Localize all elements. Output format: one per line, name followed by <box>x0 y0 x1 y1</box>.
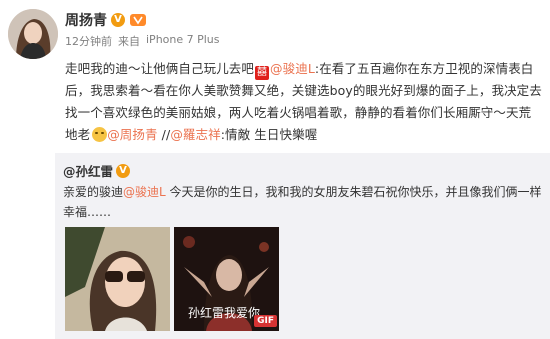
post-time[interactable]: 12分钟前 <box>65 33 112 49</box>
separator: // <box>157 127 171 142</box>
source-prefix: 来自 <box>118 35 140 48</box>
verified-icon: V <box>111 13 125 27</box>
double-happiness-icon: 囍 <box>255 66 270 80</box>
post-text-part1: 走吧我的迪～让他俩自己玩儿去吧 <box>65 61 255 76</box>
verified-icon: V <box>116 163 131 178</box>
mention-link[interactable]: @骏迪L <box>270 61 315 76</box>
repost-card: @孙红雷 V 亲爱的骏迪@骏迪L 今天是你的生日，我和我的女朋友朱碧石祝你快乐，… <box>55 153 550 339</box>
repost-text-prefix: 亲爱的骏迪 <box>63 185 124 199</box>
vip-level-icon <box>130 14 146 26</box>
photo-thumbnail[interactable] <box>65 227 170 331</box>
gif-caption: 孙红雷我爱你 <box>188 306 261 320</box>
gif-thumbnail[interactable]: 孙红雷我爱你 GIF <box>174 227 279 331</box>
post-text-part3: :情敵 生日快樂喔 <box>220 127 318 142</box>
mention-link[interactable]: @羅志祥 <box>170 127 220 142</box>
user-avatar[interactable] <box>8 9 58 59</box>
post-text: 走吧我的迪～让他俩自己玩儿去吧囍 @骏迪L:在看了五百遍你在东方卫视的深情表白后，… <box>65 58 543 146</box>
mention-link[interactable]: @周扬青 <box>107 127 157 142</box>
user-name-row: 周扬青 V <box>65 10 147 30</box>
post-meta: 12分钟前 来自 iPhone 7 Plus <box>65 33 220 49</box>
repost-author[interactable]: @孙红雷 <box>63 161 113 180</box>
user-name[interactable]: 周扬青 <box>65 10 107 30</box>
smile-emoji-icon <box>92 127 108 142</box>
post-source: iPhone 7 Plus <box>146 33 220 46</box>
mention-link[interactable]: @骏迪L <box>123 185 166 199</box>
gif-badge: GIF <box>254 315 277 327</box>
repost-author-row: @孙红雷 V <box>63 161 131 180</box>
repost-text: 亲爱的骏迪@骏迪L 今天是你的生日，我和我的女朋友朱碧石祝你快乐，并且像我们俩一… <box>63 182 543 222</box>
